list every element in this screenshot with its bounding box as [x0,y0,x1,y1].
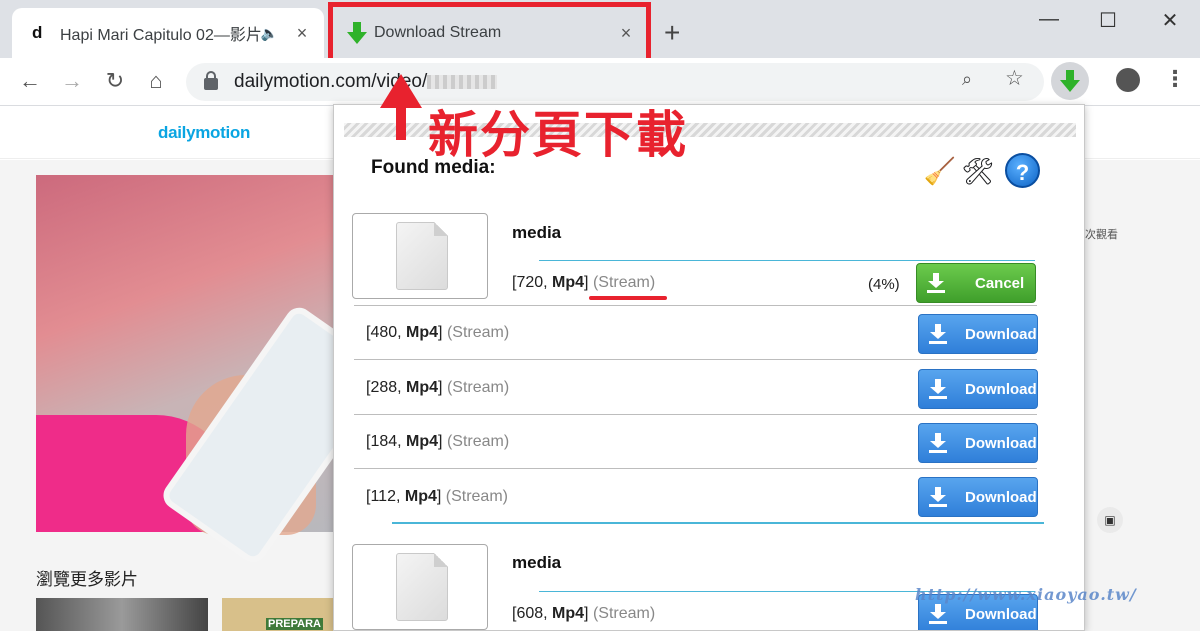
media-row: [112, Mp4] (Stream) Download [354,470,1038,524]
maximize-button[interactable]: ☐ [1088,8,1128,33]
media-divider [539,260,1035,261]
annotation-arrow-shaft [396,100,406,140]
download-icon [929,324,947,344]
format-label: [288, Mp4] (Stream) [366,379,510,396]
forward-button[interactable]: → [57,68,87,94]
cancel-button[interactable]: Cancel [916,263,1036,303]
media-label: media [512,223,562,242]
dailymotion-logo[interactable]: dailymotion [158,123,250,143]
format-label: [112, Mp4] (Stream) [366,488,508,505]
video-player[interactable] [36,175,394,568]
file-icon [396,222,448,290]
format-label: [608, Mp4] (Stream) [512,605,656,622]
download-icon [929,433,947,453]
annotation-text: 新分頁下載 [428,106,688,164]
url-text[interactable]: dailymotion.com/video/ [234,71,498,93]
minimize-button[interactable]: — [1029,8,1069,31]
media-row: [480, Mp4] (Stream) Download [354,306,1038,360]
thumbnail-label: PREPARA [266,618,323,630]
side-note: :次觀看 [1082,229,1119,241]
tools-icon[interactable]: 🛠 [960,153,996,189]
tab-dailymotion[interactable]: d Hapi Mari Capitulo 02—影片 🔈 × [12,8,324,58]
download-icon [929,487,947,507]
file-icon [396,553,448,621]
bookmark-star-icon[interactable]: ☆ [1005,66,1024,91]
format-label: [480, Mp4] (Stream) [366,324,510,341]
speaker-icon[interactable]: 🔈 [261,25,278,42]
download-button[interactable]: Download [918,477,1038,517]
mini-player-icon[interactable]: ▣ [1097,507,1123,533]
new-tab-button[interactable]: + [664,17,680,49]
download-icon [927,273,945,293]
download-button[interactable]: Download [918,423,1038,463]
annotation-underline [589,296,667,300]
browse-more-heading: 瀏覽更多影片 [36,570,138,589]
reload-button[interactable]: ↻ [100,68,130,94]
media-row: [288, Mp4] (Stream) Download [354,361,1038,415]
broom-icon[interactable]: 🧹 [922,153,958,189]
video-thumbnail[interactable] [36,598,208,631]
help-icon[interactable]: ? [1005,153,1040,188]
media-thumbnail [352,213,488,299]
download-icon [929,379,947,399]
download-icon [929,604,947,624]
lock-icon[interactable] [204,71,218,90]
video-thumbnail[interactable]: PREPARA [222,598,334,631]
section-divider [392,522,1044,524]
download-extension-button[interactable] [1051,62,1089,100]
zoom-icon[interactable]: ⌕ [962,69,972,90]
green-download-arrow-icon [1060,70,1080,92]
home-button[interactable]: ⌂ [141,68,171,94]
watermark-url: http://www.xiaoyao.tw/ [915,585,1137,604]
profile-avatar-icon[interactable] [1116,68,1140,92]
media-label: media [512,553,562,572]
progress-percent: (4%) [868,276,900,293]
back-button[interactable]: ← [15,68,45,94]
format-label: [720, Mp4] (Stream) [512,274,656,291]
format-label: [184, Mp4] (Stream) [366,433,510,450]
download-button[interactable]: Download [918,314,1038,354]
download-button[interactable]: Download [918,369,1038,409]
dailymotion-favicon-icon: d [32,23,43,42]
media-row: [184, Mp4] (Stream) Download [354,415,1038,469]
blurred-url-segment [427,74,498,89]
media-thumbnail [352,544,488,630]
video-downloader-popup: Found media: 🧹 🛠 ? media [720, Mp4] (Str… [333,104,1085,631]
tab-close-icon[interactable]: × [292,23,312,44]
menu-icon[interactable]: ⋮ [1164,66,1186,92]
close-window-button[interactable]: ✕ [1150,8,1190,33]
tab-title: Hapi Mari Capitulo 02—影片 [60,27,261,44]
